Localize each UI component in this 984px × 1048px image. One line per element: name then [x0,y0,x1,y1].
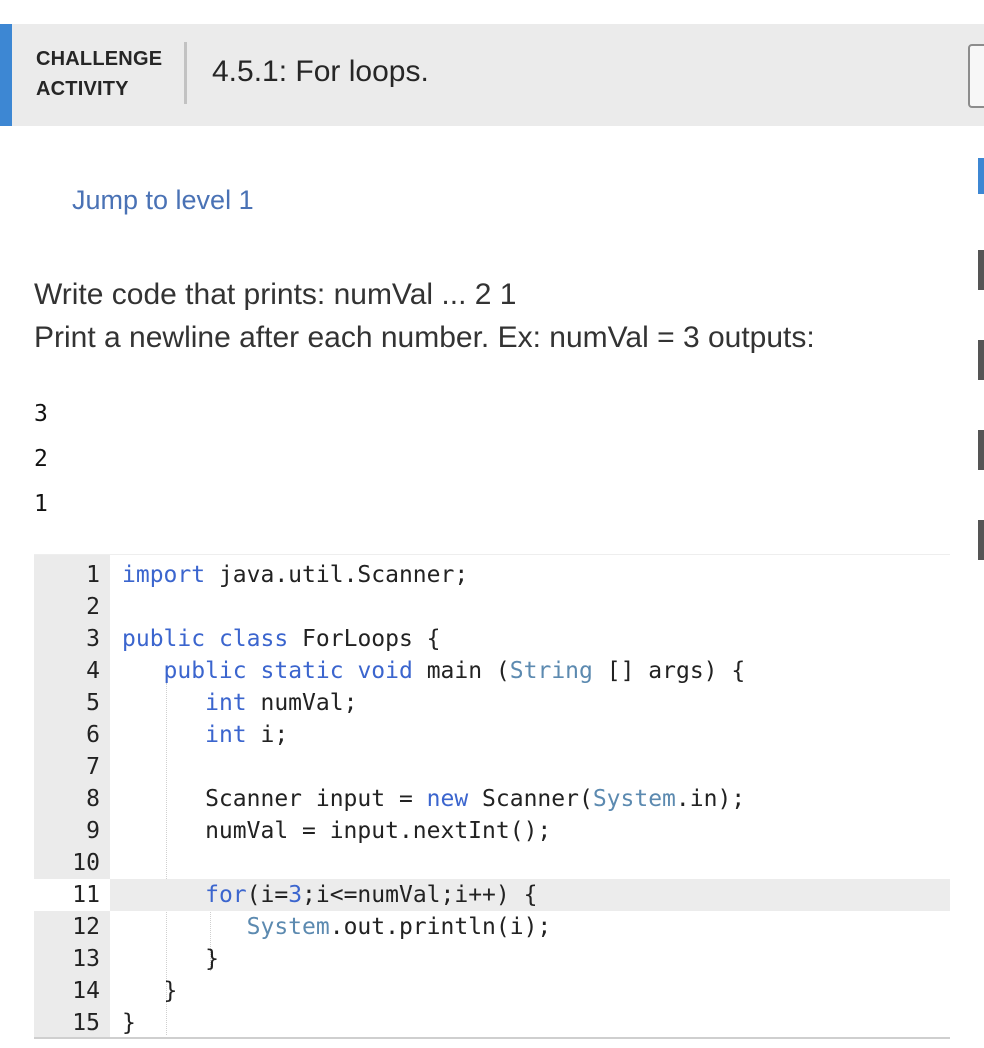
output-line: 1 [34,491,48,517]
code-line[interactable]: 1 import java.util.Scanner; [34,559,950,591]
line-number: 2 [86,594,100,620]
line-number: 11 [34,879,110,911]
example-output: 3 2 1 [34,392,48,527]
line-number: 5 [86,690,100,716]
jump-to-level-link[interactable]: Jump to level 1 [72,185,254,216]
code-line[interactable]: 11 for(i=3;i<=numVal;i++) { [34,879,950,911]
instructions-line-1: Write code that prints: numVal ... 2 1 [34,278,517,311]
line-number: 14 [72,978,100,1004]
code-text: } [122,978,178,1004]
code-line[interactable]: 14 } [34,975,950,1007]
line-number: 15 [72,1010,100,1036]
code-line[interactable]: 7 [34,751,950,783]
code-line[interactable]: 8 Scanner input = new Scanner(System.in)… [34,783,950,815]
code-line[interactable]: 15} [34,1007,950,1037]
label-line-1: CHALLENGE [36,48,163,70]
instructions: Write code that prints: numVal ... 2 1 P… [34,273,815,359]
code-line[interactable]: 13 } [34,943,950,975]
output-line: 2 [34,446,48,472]
line-number: 7 [86,754,100,780]
line-number: 9 [86,818,100,844]
challenge-activity-label: CHALLENGE ACTIVITY [36,44,162,104]
completion-box[interactable] [968,44,984,108]
level-5-marker[interactable] [978,520,984,560]
code-line[interactable]: 3 public class ForLoops { [34,623,950,655]
activity-title: 4.5.1: For loops. [212,55,429,88]
code-line[interactable]: 2 [34,591,950,623]
level-4-marker[interactable] [978,430,984,470]
line-number: 3 [86,626,100,652]
code-text: numVal = input.nextInt(); [122,818,552,844]
code-text: for(i=3;i<=numVal;i++) { [205,882,538,908]
level-3-marker[interactable] [978,340,984,380]
code-line[interactable]: 5 int numVal; [34,687,950,719]
activity-header: CHALLENGE ACTIVITY 4.5.1: For loops. [0,24,984,126]
line-number: 1 [86,562,100,588]
code-text: int i; [205,722,289,748]
code-text: import java.util.Scanner; [122,562,469,588]
instructions-line-2: Print a newline after each number. Ex: n… [34,321,815,354]
output-line: 3 [34,401,48,427]
label-line-2: ACTIVITY [36,78,129,100]
level-1-marker[interactable] [978,158,984,194]
line-number: 10 [72,850,100,876]
code-line[interactable]: 12 System.out.println(i); [34,911,950,943]
line-number: 6 [86,722,100,748]
header-divider [184,42,187,104]
code-text: Scanner input = new Scanner(System.in); [122,786,746,812]
line-number: 4 [86,658,100,684]
level-2-marker[interactable] [978,250,984,290]
code-text: System.out.println(i); [246,914,552,940]
code-text: } [122,1010,136,1036]
code-line[interactable]: 10 [34,847,950,879]
code-line[interactable]: 9 numVal = input.nextInt(); [34,815,950,847]
header-accent-bar [0,24,12,126]
line-number: 12 [72,914,100,940]
code-text: public static void main (String [] args)… [163,658,746,684]
line-number: 13 [72,946,100,972]
code-editor[interactable]: 1 import java.util.Scanner; 2 3 public class… [34,554,950,1039]
code-line[interactable]: 6 int i; [34,719,950,751]
code-line[interactable]: 4 public static void main (String [] arg… [34,655,950,687]
code-text: public class ForLoops { [122,626,441,652]
code-text: int numVal; [205,690,358,716]
line-number: 8 [86,786,100,812]
code-text: } [122,946,219,972]
